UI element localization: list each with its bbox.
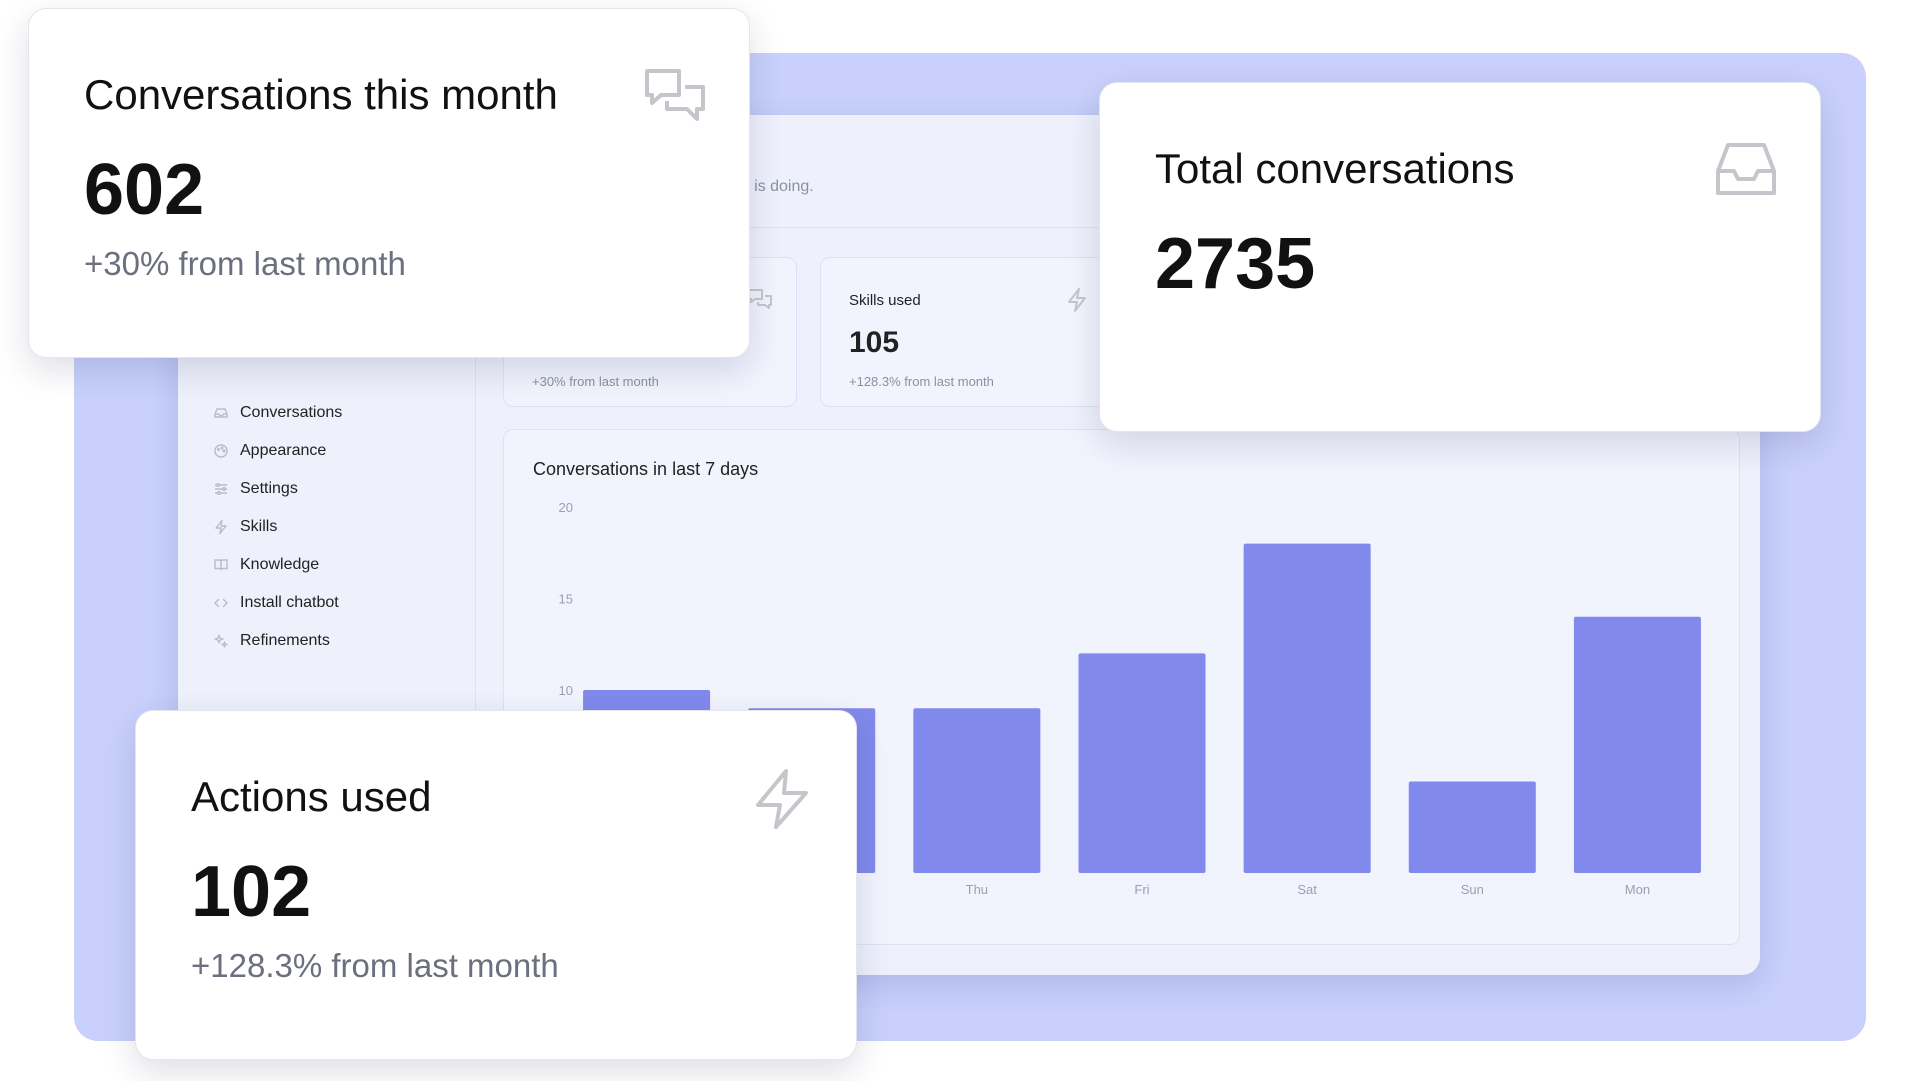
sidebar-item-label: Settings: [240, 480, 298, 497]
y-tick-label: 10: [559, 683, 573, 698]
inbox-icon: [212, 404, 230, 422]
x-tick-label: Thu: [966, 882, 988, 897]
bolt-icon: [1063, 286, 1091, 314]
sidebar-item-appearance[interactable]: Appearance: [212, 437, 326, 465]
overlay-label: Conversations this month: [84, 71, 558, 118]
chat-bubbles-icon: [643, 65, 707, 129]
sidebar-item-label: Skills: [240, 518, 278, 535]
overlay-label: Actions used: [191, 773, 432, 820]
overlay-card-total-conversations: Total conversations 2735: [1099, 82, 1821, 432]
sidebar-item-knowledge[interactable]: Knowledge: [212, 551, 319, 579]
sliders-icon: [212, 480, 230, 498]
stat-change: +30% from last month: [532, 374, 659, 389]
palette-icon: [212, 442, 230, 460]
code-icon: [212, 594, 230, 612]
y-tick-label: 20: [559, 500, 573, 515]
bar-sat: [1243, 543, 1371, 873]
y-tick-label: 15: [559, 592, 573, 607]
bolt-icon: [750, 767, 814, 831]
sidebar-item-label: Install chatbot: [240, 594, 339, 611]
chat-bubbles-icon: [746, 286, 774, 314]
overlay-change: +30% from last month: [84, 245, 406, 282]
sidebar-item-refinements[interactable]: Refinements: [212, 627, 330, 655]
sidebar-item-install-chatbot[interactable]: Install chatbot: [212, 589, 339, 617]
sidebar-item-settings[interactable]: Settings: [212, 475, 298, 503]
stat-change: +128.3% from last month: [849, 374, 994, 389]
bar-fri: [1078, 653, 1206, 873]
x-tick-label: Fri: [1134, 882, 1149, 897]
sidebar-item-label: Knowledge: [240, 556, 320, 573]
bar-mon: [1573, 616, 1701, 873]
sidebar-item-label: Appearance: [240, 442, 327, 459]
sidebar-item-skills[interactable]: Skills: [212, 513, 277, 541]
stat-label: Skills used: [849, 292, 921, 309]
sidebar-item-conversations[interactable]: Conversations: [212, 399, 342, 427]
bar-thu: [913, 708, 1041, 873]
overlay-card-conversations-month: Conversations this month 602 +30% from l…: [28, 8, 750, 358]
overlay-value: 602: [84, 150, 205, 230]
sidebar-item-label: Conversations: [240, 404, 343, 421]
book-icon: [212, 556, 230, 574]
x-tick-label: Sat: [1297, 882, 1317, 897]
overlay-change: +128.3% from last month: [191, 947, 559, 984]
stat-card-skills: Skills used 105 +128.3% from last month: [820, 257, 1114, 407]
x-tick-label: Sun: [1461, 882, 1484, 897]
overlay-value: 102: [191, 852, 312, 932]
bolt-icon: [212, 518, 230, 536]
x-tick-label: Mon: [1625, 882, 1650, 897]
stat-value: 105: [849, 326, 900, 359]
inbox-icon: [1714, 139, 1778, 199]
overlay-label: Total conversations: [1155, 145, 1515, 192]
sparkles-icon: [212, 632, 230, 650]
sidebar-item-label: Refinements: [240, 632, 330, 649]
overlay-value: 2735: [1155, 224, 1316, 304]
bar-sun: [1408, 781, 1536, 873]
overlay-card-actions-used: Actions used 102 +128.3% from last month: [135, 710, 857, 1060]
